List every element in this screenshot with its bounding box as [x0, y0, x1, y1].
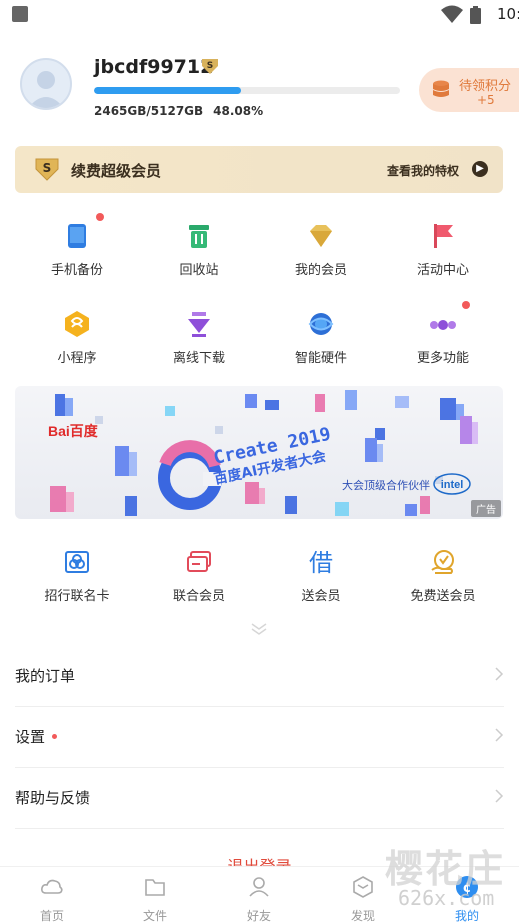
svip-diamond-icon: S — [35, 158, 59, 181]
grid-item-label: 手机备份 — [50, 263, 103, 278]
storage-quota: 2465GB/5127GB 48.08% — [94, 104, 273, 118]
list-item-my-orders[interactable]: 我的订单 — [15, 646, 504, 707]
ad-banner-artwork: Bai百度 Create 2019 百度AI开发者大会 大会顶级合作伙伴 int… — [48, 390, 478, 516]
recycle-bin-icon — [189, 225, 209, 248]
grid-item-phone-backup[interactable]: 手机备份 — [17, 213, 137, 278]
tab-friends[interactable]: 好友 — [229, 875, 289, 922]
grid-item-label: 离线下载 — [172, 351, 225, 366]
notification-dot — [462, 301, 470, 309]
bank-card-icon — [65, 551, 89, 573]
svip-renew-bar[interactable]: S 续费超级会员 查看我的特权 ▶ — [15, 146, 503, 193]
tab-discover[interactable]: 发现 — [333, 875, 393, 922]
more-icon — [430, 320, 456, 330]
discover-icon — [353, 876, 373, 898]
grid-item-label: 活动中心 — [416, 263, 469, 278]
service-label: 免费送会员 — [410, 589, 476, 604]
storage-percent: 48.08% — [213, 104, 264, 118]
friends-icon — [249, 877, 269, 897]
watermark-url: 626x.com — [398, 886, 495, 910]
smart-hardware-icon — [308, 313, 334, 335]
storage-progress-bar — [94, 87, 400, 94]
grid-item-label: 小程序 — [57, 351, 97, 366]
download-icon — [188, 312, 210, 337]
grid-item-label: 回收站 — [179, 263, 219, 278]
points-label: 待领积分 — [459, 79, 512, 94]
tab-label: 好友 — [246, 909, 271, 922]
svg-text:借: 借 — [309, 549, 333, 576]
grid-item-label: 更多功能 — [416, 351, 469, 366]
list-item-label: 我的订单 — [15, 667, 76, 685]
svg-text:S: S — [43, 161, 52, 175]
ad-tag: 广告 — [471, 500, 501, 517]
service-joint-member[interactable]: 联合会员 — [139, 548, 259, 604]
svg-text:大会顶级合作伙伴: 大会顶级合作伙伴 — [342, 478, 430, 492]
flag-icon — [434, 224, 453, 248]
storage-used: 2465GB/5127GB — [94, 104, 204, 118]
service-free-member[interactable]: 免费送会员 — [383, 548, 503, 604]
wifi-icon — [441, 5, 463, 23]
service-label: 联合会员 — [172, 589, 225, 604]
grid-item-more-features[interactable]: 更多功能 — [383, 301, 503, 366]
pending-points-button[interactable]: 待领积分 +5 — [419, 68, 519, 112]
chevron-right-icon: ▶ — [472, 161, 488, 177]
user-silhouette-icon — [28, 71, 64, 108]
grid-item-recycle-bin[interactable]: 回收站 — [139, 221, 259, 278]
svip-badge-icon[interactable]: S — [200, 57, 220, 75]
notification-dot — [52, 734, 57, 739]
tab-home[interactable]: 首页 — [22, 875, 82, 922]
username: jbcdf99712 — [94, 56, 214, 78]
service-bank-card[interactable]: 招行联名卡 — [17, 548, 137, 604]
chevron-right-icon — [495, 728, 504, 742]
grid-item-offline-download[interactable]: 离线下载 — [139, 309, 259, 366]
tab-label: 文件 — [142, 909, 167, 922]
svip-title: 续费超级会员 — [71, 162, 162, 180]
folder-icon — [145, 879, 165, 896]
gift-member-icon — [431, 550, 454, 574]
storage-progress-fill — [94, 87, 242, 94]
grid-item-my-membership[interactable]: 我的会员 — [261, 221, 381, 278]
joint-member-icon — [187, 551, 211, 572]
list-item-label: 帮助与反馈 — [15, 789, 91, 807]
grid-item-activity-center[interactable]: 活动中心 — [383, 221, 503, 278]
grid-item-smart-hardware[interactable]: 智能硬件 — [261, 309, 381, 366]
diamond-icon — [310, 225, 332, 247]
svg-text:intel: intel — [441, 479, 464, 491]
tab-label: 发现 — [350, 909, 375, 922]
svg-text:S: S — [207, 61, 213, 71]
battery-icon — [470, 6, 481, 24]
service-label: 送会员 — [301, 589, 341, 604]
view-privileges-link[interactable]: 查看我的特权 — [387, 162, 459, 179]
watermark: 樱花庄 — [385, 847, 506, 891]
grid-item-label: 我的会员 — [294, 263, 347, 278]
cloud-icon — [41, 879, 63, 894]
status-bar: 10:18 — [0, 0, 519, 30]
avatar[interactable] — [20, 58, 72, 110]
chevron-right-icon — [495, 667, 504, 681]
tab-files[interactable]: 文件 — [125, 875, 185, 922]
list-item-settings[interactable]: 设置 — [15, 707, 504, 768]
points-value: +5 — [477, 93, 495, 107]
borrow-icon: 借 — [309, 549, 333, 577]
phone-backup-icon — [68, 224, 86, 248]
list-item-label: 设置 — [15, 728, 46, 746]
list-item-help-feedback[interactable]: 帮助与反馈 — [15, 768, 504, 829]
status-time: 10:18 — [497, 5, 519, 23]
ad-banner[interactable]: Bai百度 Create 2019 百度AI开发者大会 大会顶级合作伙伴 int… — [15, 386, 503, 519]
service-give-member[interactable]: 借 送会员 — [261, 548, 381, 604]
service-label: 招行联名卡 — [44, 589, 110, 604]
coins-icon — [433, 80, 449, 97]
expand-chevron-icon[interactable] — [250, 622, 268, 636]
chevron-right-icon — [495, 789, 504, 803]
notification-icon — [12, 6, 28, 22]
notification-dot — [96, 213, 104, 221]
tab-label: 首页 — [39, 909, 64, 922]
grid-item-label: 智能硬件 — [294, 351, 347, 366]
grid-item-mini-program[interactable]: 小程序 — [17, 309, 137, 366]
svg-text:Bai百度: Bai百度 — [48, 423, 99, 439]
mini-program-icon — [65, 311, 89, 337]
